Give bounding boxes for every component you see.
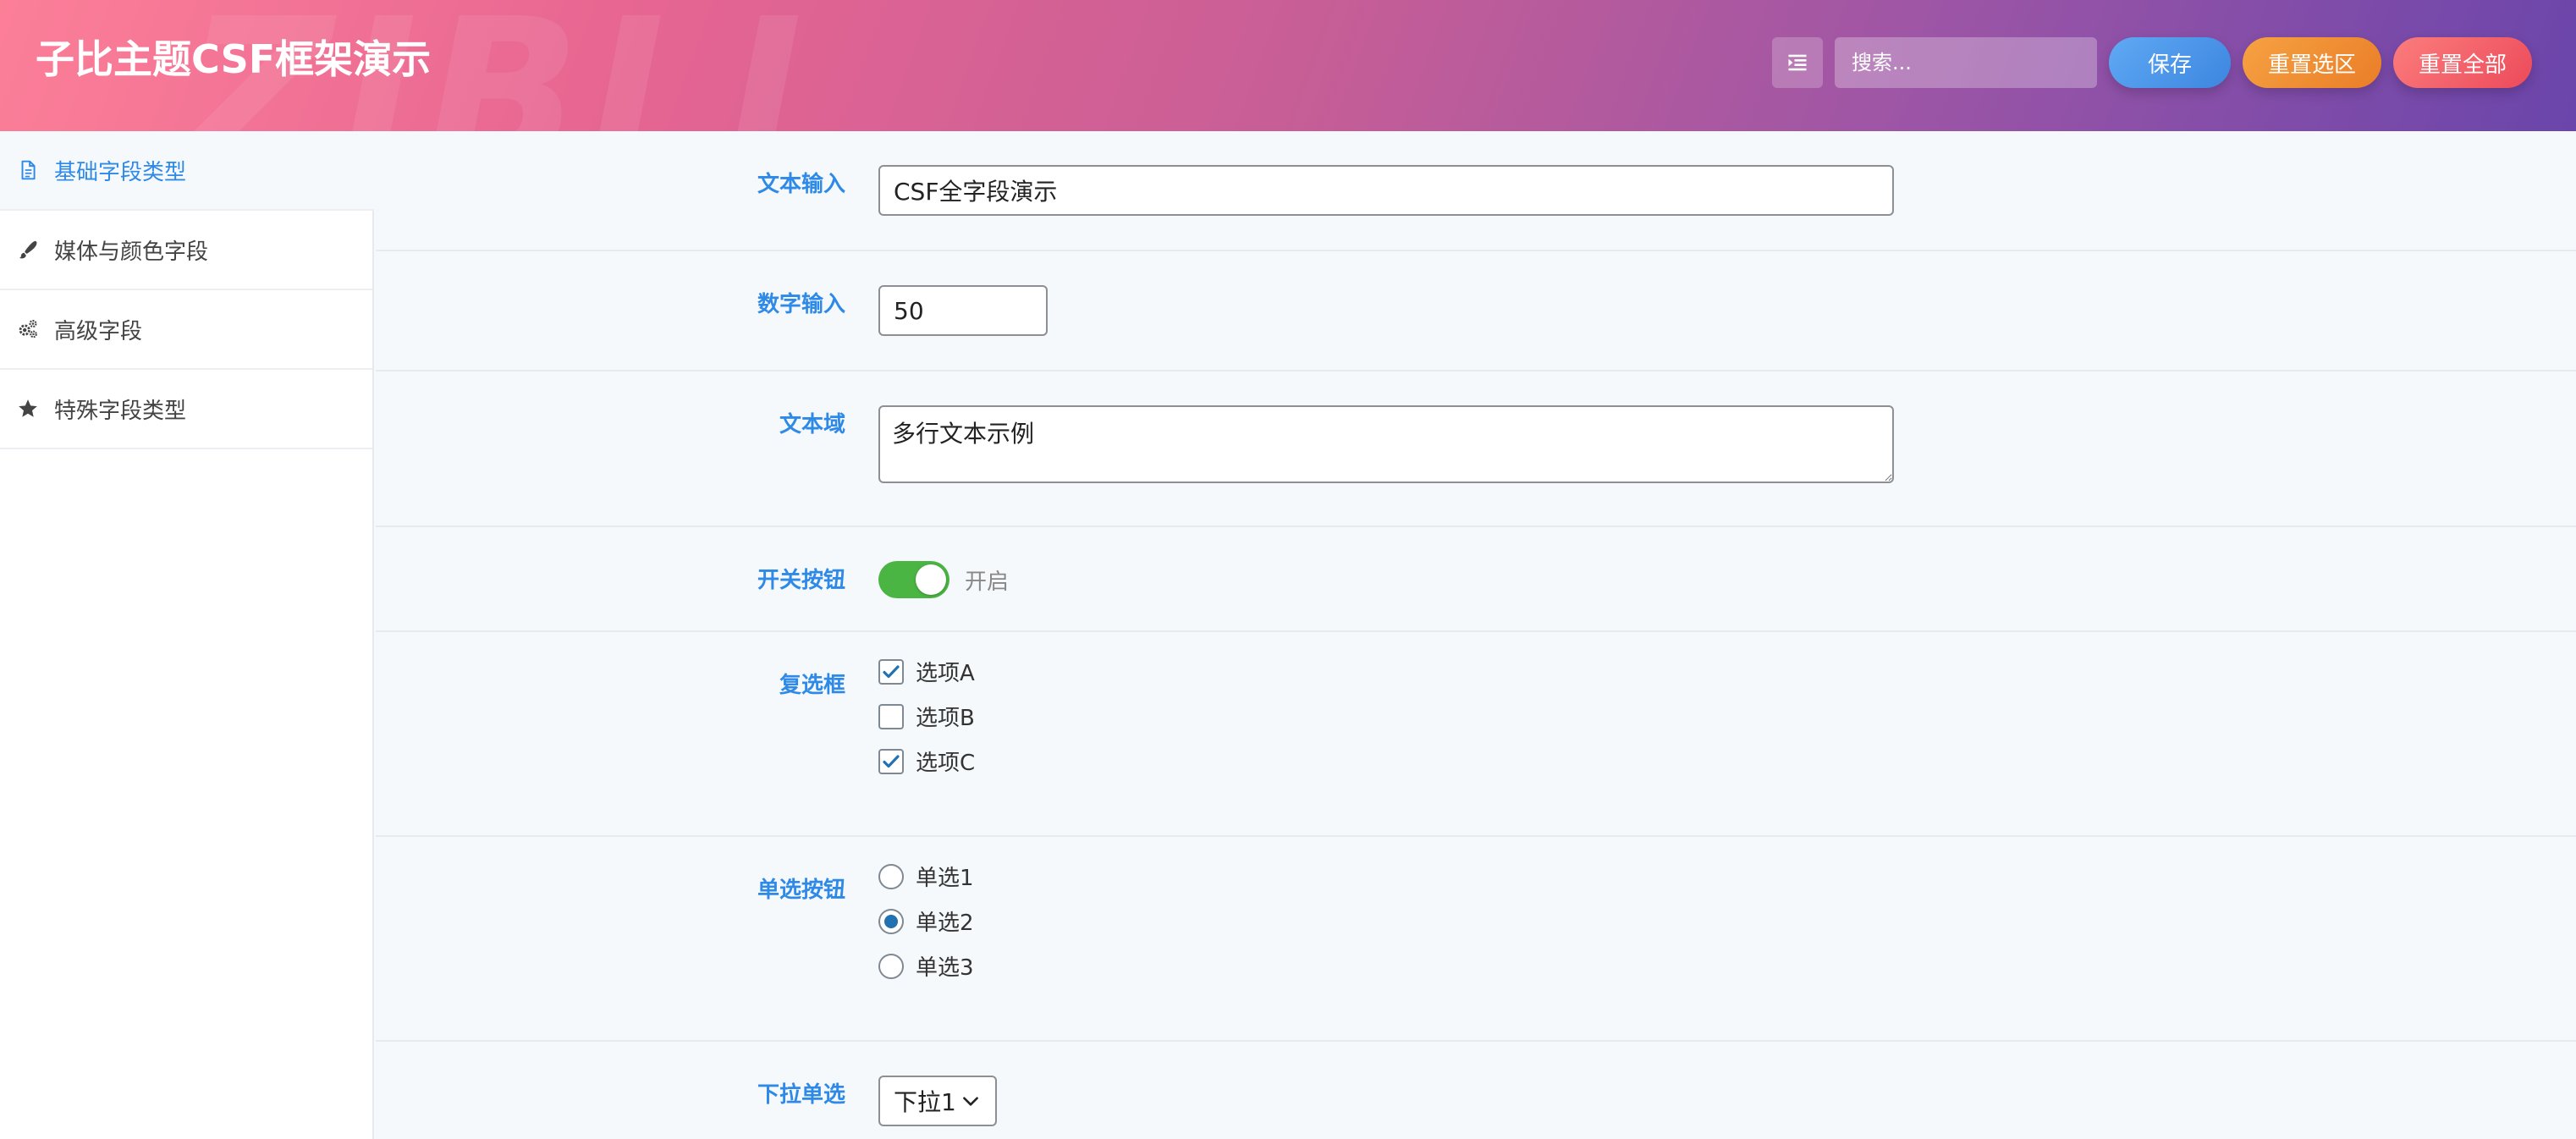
settings-panel: 文本输入 数字输入 文本域 开关按钮 开启 复选框 xyxy=(376,131,2576,1139)
toggle-knob xyxy=(916,564,946,595)
indent-menu-icon xyxy=(1788,54,1807,71)
sidebar-item-label: 媒体与颜色字段 xyxy=(54,239,209,265)
field-row-select: 下拉单选 下拉1 xyxy=(376,1042,2576,1139)
radio-label: 单选3 xyxy=(916,955,974,981)
field-row-textarea: 文本域 xyxy=(376,371,2576,527)
sidebar-item-special[interactable]: 特殊字段类型 xyxy=(0,370,372,449)
field-label: 开关按钮 xyxy=(757,568,845,593)
field-row-text: 文本输入 xyxy=(376,131,2576,251)
checkmark-icon xyxy=(883,754,900,768)
sidebar-nav: 基础字段类型 媒体与颜色字段 高级字段 特殊字段类型 xyxy=(0,131,374,1139)
checkbox-option-a[interactable]: 选项A xyxy=(878,649,975,694)
search-input[interactable] xyxy=(1834,37,2097,88)
reset-section-button[interactable]: 重置选区 xyxy=(2242,37,2381,88)
field-label: 下拉单选 xyxy=(757,1082,845,1108)
number-input[interactable] xyxy=(878,285,1048,336)
save-button[interactable]: 保存 xyxy=(2108,37,2231,88)
field-row-number: 数字输入 xyxy=(376,251,2576,371)
checkbox-label: 选项B xyxy=(916,706,975,731)
radio-button[interactable] xyxy=(878,908,904,934)
checkbox[interactable] xyxy=(878,748,904,774)
sidebar-item-advanced[interactable]: 高级字段 xyxy=(0,290,372,370)
header-bar: ZIBLL 子比主题CSF框架演示 保存 重置选区 重置全部 xyxy=(0,0,2576,131)
radio-option-3[interactable]: 单选3 xyxy=(878,944,974,988)
star-icon xyxy=(17,398,39,420)
sidebar-item-label: 特殊字段类型 xyxy=(54,398,187,424)
radio-label: 单选1 xyxy=(916,866,974,891)
radio-button[interactable] xyxy=(878,863,904,889)
field-row-radio: 单选按钮 单选1 单选2 单选3 xyxy=(376,837,2576,1042)
checkbox[interactable] xyxy=(878,658,904,685)
sidebar-item-basic-fields[interactable]: 基础字段类型 xyxy=(0,131,374,211)
field-label: 文本输入 xyxy=(757,172,845,197)
page-title: 子比主题CSF框架演示 xyxy=(36,36,432,82)
paintbrush-icon xyxy=(17,239,39,261)
dropdown-value: 下拉1 xyxy=(894,1088,956,1116)
checkmark-icon xyxy=(883,664,900,678)
radio-dot xyxy=(884,914,898,928)
menu-toggle-button[interactable] xyxy=(1771,37,1823,88)
field-row-checkbox: 复选框 选项A 选项B 选项C xyxy=(376,632,2576,837)
field-label: 复选框 xyxy=(779,673,845,698)
sidebar-item-label: 高级字段 xyxy=(54,318,143,344)
field-row-switch: 开关按钮 开启 xyxy=(376,527,2576,632)
radio-option-2[interactable]: 单选2 xyxy=(878,899,974,944)
checkbox-option-c[interactable]: 选项C xyxy=(878,739,975,784)
field-label: 单选按钮 xyxy=(757,878,845,903)
checkbox-label: 选项C xyxy=(916,751,976,776)
toggle-switch[interactable] xyxy=(878,561,949,598)
field-label: 文本域 xyxy=(779,412,845,437)
checkbox-option-b[interactable]: 选项B xyxy=(878,694,975,739)
sidebar-item-label: 基础字段类型 xyxy=(54,159,187,185)
checkbox-label: 选项A xyxy=(916,661,975,686)
textarea-input[interactable] xyxy=(878,405,1894,483)
radio-option-1[interactable]: 单选1 xyxy=(878,854,974,899)
toolbar: 保存 重置选区 重置全部 xyxy=(1771,37,2532,88)
chevron-down-icon xyxy=(963,1097,978,1106)
reset-all-button[interactable]: 重置全部 xyxy=(2392,37,2532,88)
checkbox[interactable] xyxy=(878,703,904,729)
radio-button[interactable] xyxy=(878,953,904,979)
gears-icon xyxy=(17,318,39,340)
text-input[interactable] xyxy=(878,165,1894,216)
sidebar-item-media-color[interactable]: 媒体与颜色字段 xyxy=(0,211,372,290)
switch-state-text: 开启 xyxy=(965,569,1010,595)
dropdown-select[interactable]: 下拉1 xyxy=(878,1076,997,1126)
document-icon xyxy=(17,159,39,181)
field-label: 数字输入 xyxy=(757,292,845,317)
radio-label: 单选2 xyxy=(916,911,974,936)
